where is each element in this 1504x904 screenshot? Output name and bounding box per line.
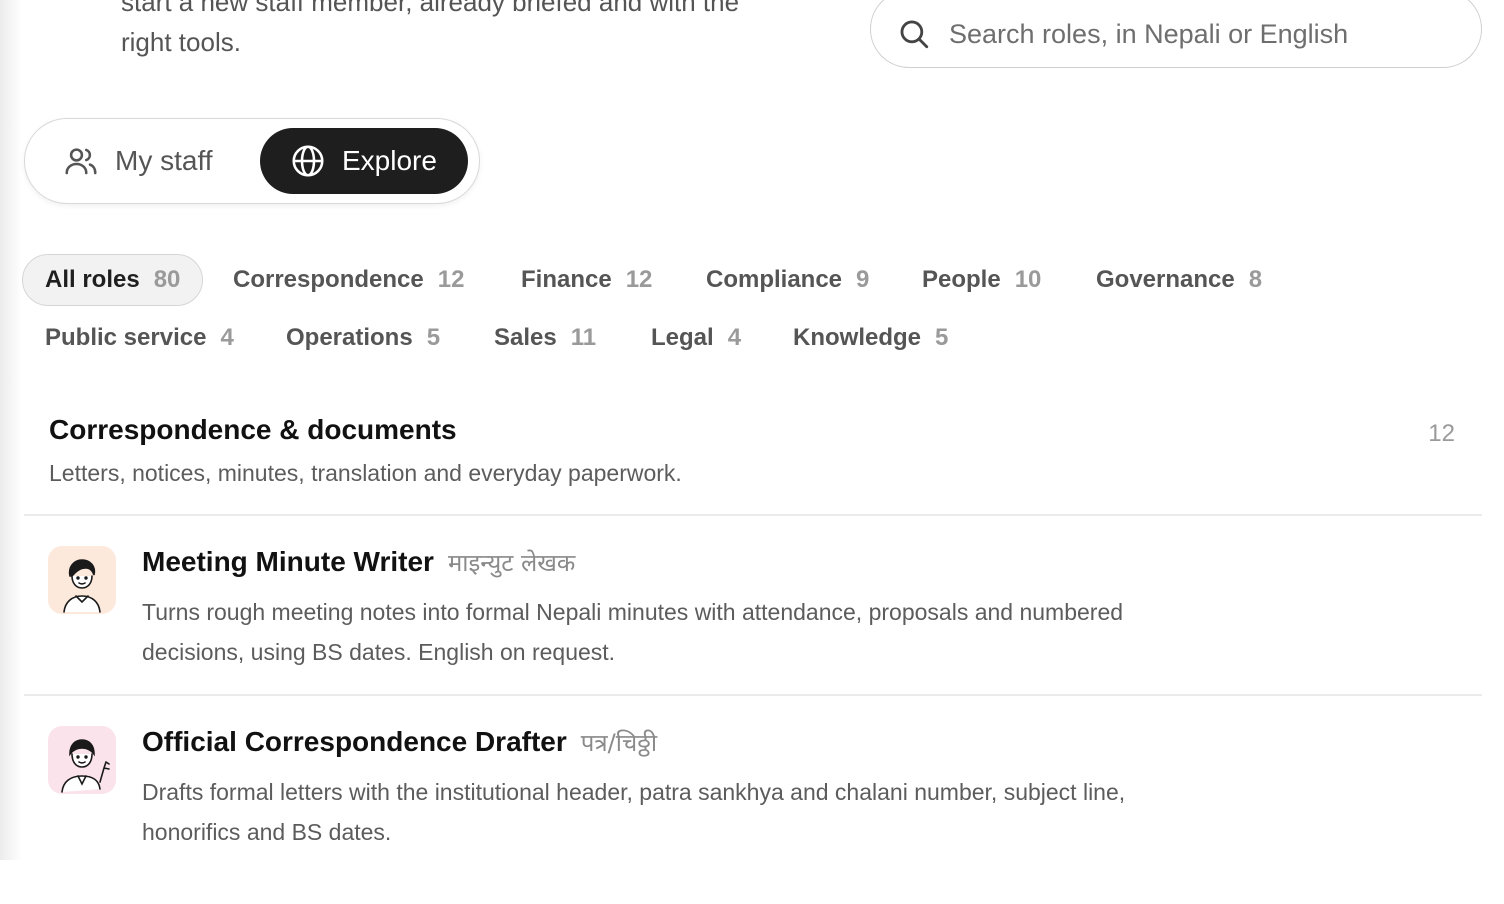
- filter-chip-count: 10: [1014, 266, 1042, 293]
- filter-chip-operations[interactable]: Operations 5: [286, 312, 440, 364]
- role-description: Turns rough meeting notes into formal Ne…: [142, 599, 1124, 665]
- section-count: 12: [1428, 420, 1455, 447]
- role-title: Meeting Minute Writer माइन्युट लेखक: [142, 546, 575, 579]
- filter-chip-count: 80: [153, 266, 181, 293]
- filter-chip-knowledge[interactable]: Knowledge 5: [793, 312, 948, 364]
- filter-chip-label: Public service: [45, 324, 207, 351]
- section-title: Correspondence & documents: [49, 414, 457, 445]
- filter-chip-label: People: [922, 266, 1001, 293]
- role-native-name: माइन्युट लेखक: [447, 549, 576, 577]
- filter-chip-count: 8: [1248, 266, 1263, 293]
- filter-chip-label: Governance: [1096, 266, 1235, 293]
- intro-line-2: right tools.: [121, 27, 241, 57]
- search-icon: [900, 20, 929, 49]
- role-description: Drafts formal letters with the instituti…: [142, 779, 1126, 845]
- role-divider: [24, 694, 1482, 696]
- filter-chip-legal[interactable]: Legal 4: [651, 312, 741, 364]
- filter-chip-label: Knowledge: [793, 324, 922, 351]
- filter-chip-correspondence[interactable]: Correspondence 12: [233, 254, 464, 306]
- filter-chip-governance[interactable]: Governance 8: [1096, 254, 1262, 306]
- person-waving-illustration-icon: [48, 726, 116, 794]
- filter-chip-label: Sales: [494, 324, 557, 351]
- section-description: Letters, notices, minutes, translation a…: [49, 460, 682, 486]
- filter-chip-label: Legal: [651, 324, 714, 351]
- filter-chip-label: Operations: [286, 324, 413, 351]
- person-illustration-icon: [48, 546, 116, 614]
- filter-chip-finance[interactable]: Finance 12: [521, 254, 652, 306]
- filter-chip-label: Finance: [521, 266, 612, 293]
- search-input[interactable]: [949, 18, 1469, 50]
- my-staff-label: My staff: [115, 145, 213, 176]
- my-staff-button[interactable]: My staff: [63, 128, 213, 194]
- filter-chip-label: Correspondence: [233, 266, 424, 293]
- role-card-official-correspondence-drafter[interactable]: Official Correspondence Drafter पत्र/चिठ्…: [24, 726, 1482, 904]
- role-native-name: पत्र/चिठ्ठी: [580, 729, 658, 757]
- role-name: Official Correspondence Drafter: [142, 726, 567, 757]
- filter-chip-count: 11: [570, 324, 597, 351]
- filter-chip-compliance[interactable]: Compliance 9: [706, 254, 869, 306]
- filter-chip-public-service[interactable]: Public service 4: [45, 312, 234, 364]
- filter-chip-all-roles[interactable]: All roles 80: [22, 254, 204, 306]
- filter-chip-count: 5: [426, 324, 441, 351]
- left-edge-shade: [0, 0, 22, 860]
- explore-button[interactable]: Explore: [260, 128, 468, 194]
- filter-chip-count: 12: [437, 266, 465, 293]
- role-card-meeting-minute-writer[interactable]: Meeting Minute Writer माइन्युट लेखक Turns…: [24, 546, 1482, 724]
- view-toggle: My staff Explore: [24, 118, 480, 204]
- explore-label: Explore: [342, 145, 437, 176]
- search-box[interactable]: [870, 0, 1482, 68]
- role-title: Official Correspondence Drafter पत्र/चिठ्…: [142, 726, 657, 759]
- filter-chip-label: Compliance: [706, 266, 843, 293]
- intro-text: start a new staff member, already briefe…: [121, 0, 821, 62]
- filter-chip-count: 4: [727, 324, 742, 351]
- filter-chip-count: 4: [220, 324, 234, 351]
- intro-line-1: start a new staff member, already briefe…: [121, 0, 740, 17]
- filter-chip-count: 9: [856, 266, 870, 293]
- filter-chip-people[interactable]: People 10: [922, 254, 1041, 306]
- section-divider: [24, 514, 1482, 516]
- globe-icon: [292, 145, 324, 177]
- filter-chip-count: 5: [935, 324, 949, 351]
- filter-chip-label: All roles: [45, 266, 140, 293]
- filter-chip-sales[interactable]: Sales 11: [494, 312, 596, 364]
- role-name: Meeting Minute Writer: [142, 546, 434, 577]
- users-icon: [65, 148, 97, 175]
- filter-chip-count: 12: [625, 266, 653, 293]
